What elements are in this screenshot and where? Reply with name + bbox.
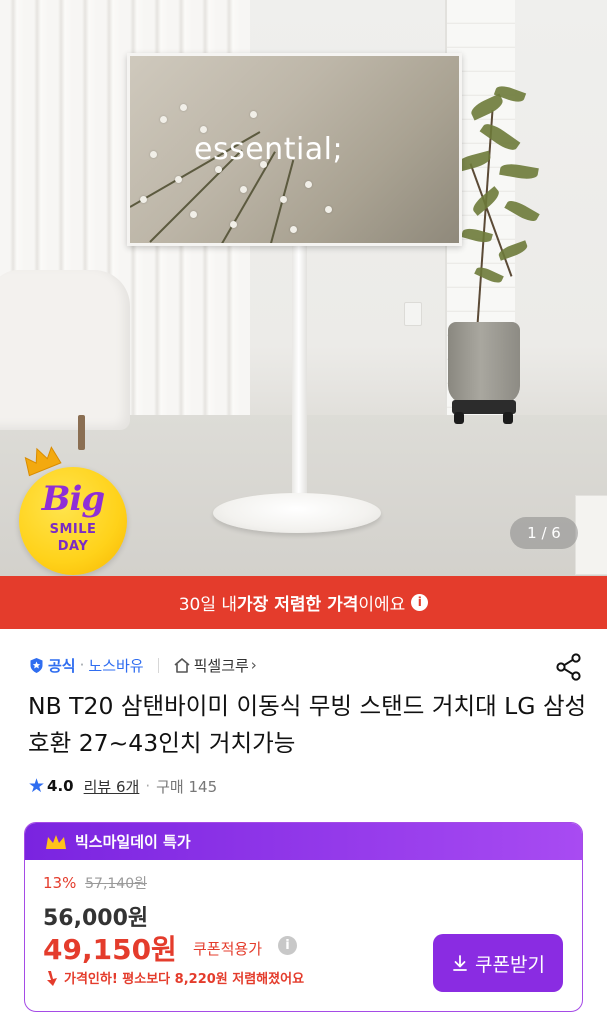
image-pager: 1 / 6 [510, 517, 578, 549]
original-price: 57,140원 [85, 876, 147, 892]
official-label: 공식 [48, 656, 76, 675]
crown-icon [46, 834, 66, 849]
divider [157, 657, 159, 673]
flower [215, 166, 222, 173]
star-icon: ★ [28, 775, 46, 797]
flower [280, 196, 287, 203]
price-card-header: 빅스마일데이 특가 [25, 823, 582, 860]
info-icon[interactable]: i [411, 594, 429, 611]
badge-big-text: Big [41, 479, 105, 519]
info-icon[interactable]: i [278, 936, 297, 955]
price-drop-notice: 가격인하! 평소보다 8,220원 저렴해졌어요 [43, 968, 304, 987]
price-card: 빅스마일데이 특가 13% 57,140원 56,000원 49,150원 쿠폰… [24, 822, 583, 1012]
product-title: NB T20 삼탠바이미 이동식 무빙 스탠드 거치대 LG 삼성 호환 27~… [28, 692, 587, 757]
get-coupon-label: 쿠폰받기 [475, 953, 545, 976]
separator-dot: · [79, 656, 85, 674]
plant-wheel [454, 412, 464, 424]
big-smile-day-badge: Big SMILE DAY [19, 467, 127, 575]
rating-value: 4.0 [47, 777, 74, 795]
brand-link[interactable]: 노스바유 [88, 655, 143, 676]
tv-screen-text: essential; [194, 132, 344, 167]
price-drop-text: 가격인하! 평소보다 8,220원 저렴해졌어요 [64, 972, 305, 987]
store-link[interactable]: 픽셀크루 [194, 655, 249, 676]
badge-smile-text: SMILE [49, 522, 97, 537]
flower [150, 151, 157, 158]
banner-highlight: 가장 저렴한 가격 [237, 595, 359, 615]
store-home-icon [174, 658, 190, 673]
wall-socket [404, 302, 422, 326]
promo-label: 빅스마일데이 특가 [75, 833, 191, 851]
stand-pole [292, 246, 307, 510]
reviews-link[interactable]: 리뷰 6개 [84, 776, 140, 797]
product-image[interactable]: essential; Big SMILE DAY 1 / 6 [0, 0, 607, 576]
official-badge-icon [30, 657, 43, 673]
stand-base [213, 493, 381, 533]
flower [290, 226, 297, 233]
lowest-price-banner[interactable]: 30일 내 가장 저렴한 가격 이에요 i [0, 576, 607, 629]
flower [190, 211, 197, 218]
flower [230, 221, 237, 228]
sofa-leg [78, 415, 85, 450]
coupon-price-label: 쿠폰적용가 [193, 940, 263, 958]
seller-row: 공식 · 노스바유 픽셀크루 › [28, 653, 257, 677]
flower [160, 116, 167, 123]
rating-row: ★ 4.0 리뷰 6개 · 구매 145 [28, 774, 217, 798]
flower [140, 196, 147, 203]
banner-prefix: 30일 내 [178, 595, 238, 615]
flower [250, 111, 257, 118]
discount-percent: 13% [43, 874, 77, 892]
sofa [0, 270, 130, 430]
banner-suffix: 이에요 [358, 595, 406, 615]
flower [305, 181, 312, 188]
share-icon[interactable] [554, 652, 584, 682]
coupon-price: 49,150원 [43, 933, 177, 966]
badge-day-text: DAY [57, 539, 89, 554]
get-coupon-button[interactable]: 쿠폰받기 [433, 934, 563, 992]
flower [180, 104, 187, 111]
flower [175, 176, 182, 183]
purchase-count: 구매 145 [156, 777, 218, 796]
separator-dot: · [145, 777, 151, 795]
plant-pot [448, 322, 520, 404]
tv-screen: essential; [127, 53, 462, 246]
chevron-right-icon: › [250, 656, 257, 674]
download-icon [453, 955, 467, 971]
flower [325, 206, 332, 213]
plant-wheel [503, 412, 513, 424]
side-box [575, 495, 607, 575]
flower [240, 186, 247, 193]
price-down-arrow-icon [47, 970, 57, 986]
discount-row: 13% 57,140원 [43, 873, 147, 893]
